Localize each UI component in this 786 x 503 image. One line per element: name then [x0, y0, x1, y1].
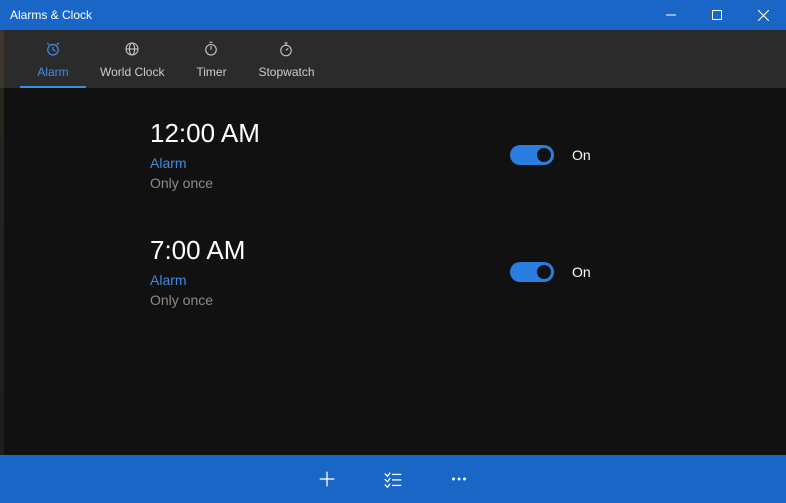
- alarm-item[interactable]: 7:00 AM Alarm Only once On: [150, 235, 786, 308]
- close-button[interactable]: [740, 0, 786, 30]
- window-controls: [648, 0, 786, 30]
- maximize-button[interactable]: [694, 0, 740, 30]
- stopwatch-icon: [277, 40, 295, 61]
- tab-label: Alarm: [37, 65, 68, 79]
- alarm-info: 7:00 AM Alarm Only once: [150, 235, 510, 308]
- tab-alarm[interactable]: Alarm: [20, 30, 86, 88]
- toggle-knob: [537, 265, 551, 279]
- alarm-time: 12:00 AM: [150, 118, 510, 149]
- globe-icon: [123, 40, 141, 61]
- alarm-toggle-group: On: [510, 262, 591, 282]
- tab-world-clock[interactable]: World Clock: [86, 30, 178, 88]
- add-alarm-button[interactable]: [311, 463, 343, 495]
- tab-timer[interactable]: Timer: [178, 30, 244, 88]
- more-button[interactable]: [443, 463, 475, 495]
- tab-label: Timer: [196, 65, 226, 79]
- tab-stopwatch[interactable]: Stopwatch: [244, 30, 328, 88]
- tab-bar: Alarm World Clock Timer Stopwatch: [0, 30, 786, 88]
- alarm-repeat: Only once: [150, 175, 510, 191]
- select-alarms-button[interactable]: [377, 463, 409, 495]
- alarm-item[interactable]: 12:00 AM Alarm Only once On: [150, 118, 786, 191]
- alarm-toggle-group: On: [510, 145, 591, 165]
- alarm-name: Alarm: [150, 272, 510, 288]
- command-bar: [0, 455, 786, 503]
- alarm-time: 7:00 AM: [150, 235, 510, 266]
- toggle-knob: [537, 148, 551, 162]
- alarm-icon: [44, 40, 62, 61]
- alarm-toggle-label: On: [572, 264, 591, 280]
- alarm-name: Alarm: [150, 155, 510, 171]
- window-title: Alarms & Clock: [10, 8, 648, 22]
- alarm-toggle[interactable]: [510, 145, 554, 165]
- window-left-edge: [0, 30, 4, 455]
- alarm-repeat: Only once: [150, 292, 510, 308]
- tab-label: Stopwatch: [258, 65, 314, 79]
- alarm-toggle-label: On: [572, 147, 591, 163]
- titlebar: Alarms & Clock: [0, 0, 786, 30]
- minimize-button[interactable]: [648, 0, 694, 30]
- alarm-list: 12:00 AM Alarm Only once On 7:00 AM Alar…: [0, 88, 786, 455]
- alarm-toggle[interactable]: [510, 262, 554, 282]
- tab-label: World Clock: [100, 65, 164, 79]
- alarm-info: 12:00 AM Alarm Only once: [150, 118, 510, 191]
- timer-icon: [202, 40, 220, 61]
